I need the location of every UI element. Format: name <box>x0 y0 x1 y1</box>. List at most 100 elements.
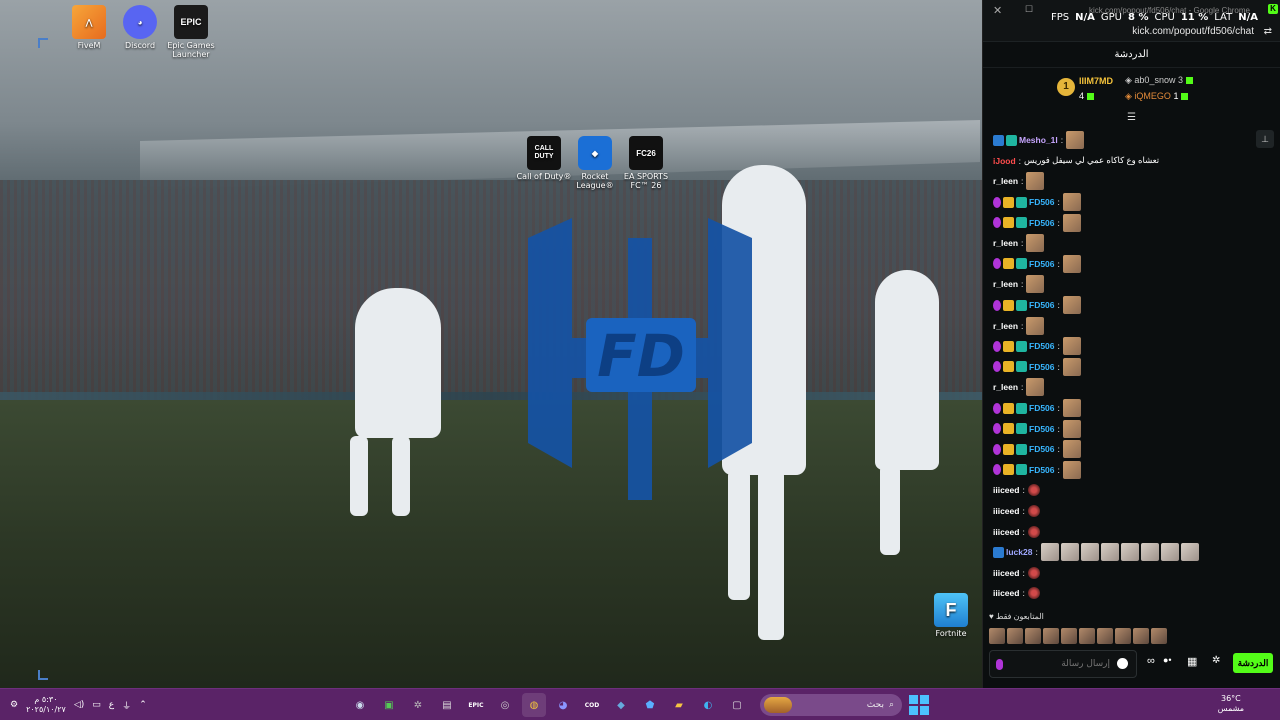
network-icon[interactable]: ▭ <box>92 700 101 710</box>
language-indicator[interactable]: ع <box>109 700 114 710</box>
chat-username[interactable]: FD506 <box>1029 218 1055 228</box>
chat-username[interactable]: r_leen <box>993 176 1018 186</box>
chat-username[interactable]: FD506 <box>1029 341 1055 351</box>
emote-infinity-icon[interactable]: ∞ <box>1147 655 1155 667</box>
chat-message[interactable]: iiiceed: <box>983 501 1273 522</box>
chat-username[interactable]: r_leen <box>993 382 1018 392</box>
chat-username[interactable]: Mesho_1l <box>1019 135 1058 145</box>
edge-icon[interactable]: ◐ <box>696 693 720 717</box>
emote-icon[interactable] <box>1007 628 1023 644</box>
tune-icon[interactable]: ⇄ <box>1264 26 1272 37</box>
windows-start-button[interactable] <box>909 695 929 715</box>
clock[interactable]: ٥:٣٠ م ٢٠٢٥/١٠/٢٧ <box>26 695 66 715</box>
emote-icon[interactable] <box>989 628 1005 644</box>
chat-username[interactable]: FD506 <box>1029 362 1055 372</box>
rocket-taskbar-icon[interactable]: ⬟ <box>638 693 662 717</box>
emote-icon[interactable] <box>1151 628 1167 644</box>
chat-username[interactable]: r_leen <box>993 238 1018 248</box>
chat-message[interactable]: iiiceed: <box>983 480 1273 501</box>
chat-message[interactable]: r_leen: <box>983 274 1273 295</box>
chat-input[interactable] <box>1010 657 1110 671</box>
chat-username[interactable]: FD506 <box>1029 259 1055 269</box>
chat-username[interactable]: iiiceed <box>993 485 1019 495</box>
chat-username[interactable]: luck28 <box>1006 547 1032 557</box>
microphone-tray-icon[interactable]: ⏚ <box>122 699 131 712</box>
chat-username[interactable]: iiiceed <box>993 506 1019 516</box>
chevron-up-icon[interactable]: ⌃ <box>139 700 147 710</box>
chat-message[interactable]: iiiceed: <box>983 583 1273 604</box>
address-bar[interactable]: kick.com/popout/fd506/chat <box>1132 26 1254 37</box>
chat-message[interactable]: r_leen: <box>983 171 1273 192</box>
chat-message[interactable]: FD506: <box>983 418 1273 439</box>
volume-icon[interactable]: ◁) <box>74 700 84 710</box>
desktop-icon-fortnite[interactable]: F Fortnite <box>921 593 981 638</box>
chat-message[interactable]: luck28: <box>983 542 1273 563</box>
gift-box-icon[interactable]: ▦ <box>1187 655 1197 668</box>
settings-tray-icon[interactable]: ⚙ <box>10 700 18 710</box>
gear-icon[interactable]: ✲ <box>1212 655 1220 666</box>
emote-icon[interactable] <box>1043 628 1059 644</box>
chat-message[interactable]: iiiceed: <box>983 521 1273 542</box>
chat-username[interactable]: r_leen <box>993 279 1018 289</box>
chat-message[interactable]: FD506: <box>983 212 1273 233</box>
desktop-icon-epic-games[interactable]: EPIC Epic Games Launcher <box>161 5 221 59</box>
chat-message[interactable]: FD506: <box>983 439 1273 460</box>
chat-message[interactable]: FD506: <box>983 357 1273 378</box>
store-icon[interactable]: ▤ <box>435 693 459 717</box>
close-icon[interactable]: ✕ <box>993 4 1002 17</box>
chat-message[interactable]: FD506: <box>983 398 1273 419</box>
chat-username[interactable]: FD506 <box>1029 197 1055 207</box>
chat-message[interactable]: Mesho_1l: <box>983 130 1273 151</box>
chat-username[interactable]: FD506 <box>1029 444 1055 454</box>
emote-icon[interactable] <box>1061 628 1077 644</box>
discord-taskbar-icon[interactable]: ◕ <box>551 693 575 717</box>
epic-taskbar-icon[interactable]: EPIC <box>464 693 488 717</box>
file-explorer-icon[interactable]: ▰ <box>667 693 691 717</box>
send-chat-button[interactable]: الدردشة <box>1233 653 1273 673</box>
chat-username[interactable]: r_leen <box>993 321 1018 331</box>
chat-username[interactable]: iiiceed <box>993 568 1019 578</box>
tag-icon[interactable]: ◆ <box>609 693 633 717</box>
chat-message[interactable]: r_leen: <box>983 233 1273 254</box>
chat-message[interactable]: FD506: <box>983 336 1273 357</box>
chat-username[interactable]: FD506 <box>1029 465 1055 475</box>
xbox-icon[interactable]: ▣ <box>377 693 401 717</box>
chat-message[interactable]: FD506: <box>983 254 1273 275</box>
chat-message[interactable]: r_leen: <box>983 315 1273 336</box>
desktop-icon-ea-fc[interactable]: FC26 EA SPORTS FC™ 26 <box>616 136 676 190</box>
cod-taskbar-icon[interactable]: COD <box>580 693 604 717</box>
chat-username[interactable]: iiiceed <box>993 527 1019 537</box>
chat-username[interactable]: FD506 <box>1029 424 1055 434</box>
emote-icon[interactable] <box>1079 628 1095 644</box>
chat-username[interactable]: FD506 <box>1029 403 1055 413</box>
chat-message[interactable]: FD506: <box>983 460 1273 481</box>
emote-icon[interactable] <box>1133 628 1149 644</box>
chat-message[interactable]: r_leen: <box>983 377 1273 398</box>
user-group-icon[interactable]: ●• <box>1163 655 1172 665</box>
chat-username[interactable]: FD506 <box>1029 300 1055 310</box>
microphone-icon[interactable] <box>996 659 1003 670</box>
settings-icon[interactable]: ✲ <box>406 693 430 717</box>
crown-badge-icon <box>1003 443 1014 455</box>
window-icon[interactable]: ▢ <box>725 693 749 717</box>
filter-icon[interactable]: ☰ <box>1127 112 1136 123</box>
emote-icon[interactable] <box>1097 628 1113 644</box>
chat-message[interactable]: FD506: <box>983 295 1273 316</box>
search-box[interactable]: بحث ⌕ <box>760 694 902 716</box>
weather-widget[interactable]: 36°C مشمس <box>1218 694 1244 714</box>
chat-message[interactable]: FD506: <box>983 192 1273 213</box>
chat-username[interactable]: iJood <box>993 156 1016 166</box>
emote-icon <box>1027 587 1040 600</box>
emoji-icon[interactable] <box>1117 658 1128 669</box>
obs-icon[interactable]: ◎ <box>493 693 517 717</box>
chat-message[interactable]: iiiceed: <box>983 562 1273 583</box>
chat-username[interactable]: iiiceed <box>993 588 1019 598</box>
chat-message[interactable]: iJood: تعشاه وع كاكاه عمي لي سيفل فوريس <box>983 151 1273 172</box>
maximize-icon[interactable]: ☐ <box>1025 4 1033 15</box>
emote-icon[interactable] <box>1025 628 1041 644</box>
chrome-icon[interactable]: ◍ <box>522 693 546 717</box>
crown-badge-icon <box>1003 402 1014 414</box>
steam-icon[interactable]: ◉ <box>348 693 372 717</box>
chat-composer[interactable] <box>989 650 1137 678</box>
emote-icon[interactable] <box>1115 628 1131 644</box>
